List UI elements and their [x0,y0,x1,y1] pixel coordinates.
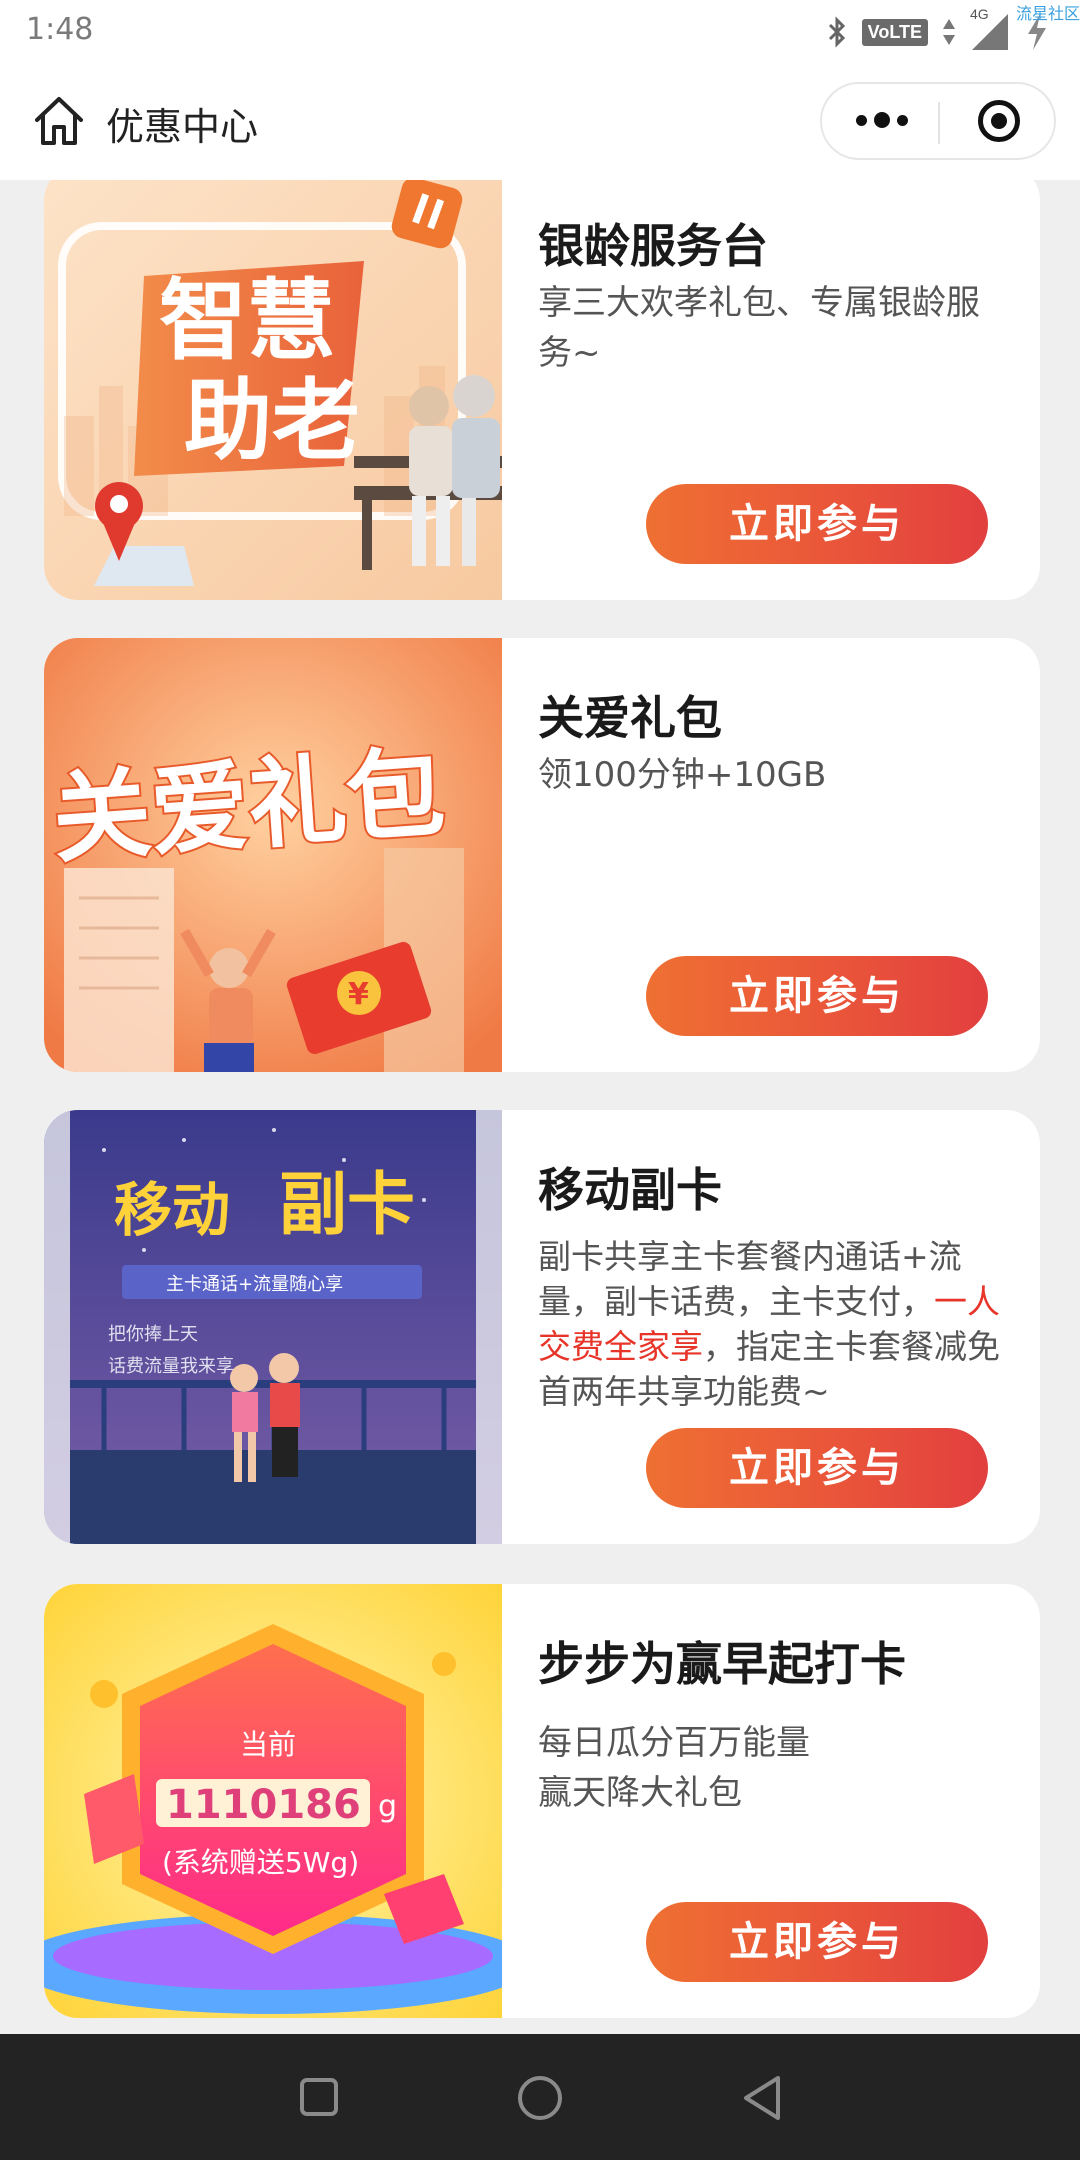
system-nav-bar [0,2034,1080,2160]
promo-card-care-package[interactable]: 关爱礼包 ¥ 关爱礼包 领100分钟+10GB 立即参与 [44,638,1040,1072]
recents-button[interactable] [300,2078,338,2116]
more-dot [874,112,890,128]
home-nav-button[interactable] [518,2076,562,2120]
promo-image-text: 话费流量我来享 [108,1356,234,1377]
close-button[interactable] [940,84,1054,158]
more-dot [897,115,908,126]
data-arrows-icon [943,19,955,45]
promo-image-text: (系统赠送5Wg) [162,1846,359,1879]
promo-image-text: 智慧 [159,269,335,372]
join-button[interactable]: 立即参与 [646,484,988,564]
promo-description-line: 每日瓜分百万能量 [538,1723,810,1763]
more-dot [856,115,867,126]
promo-description: 副卡共享主卡套餐内通话+流量，副卡话费，主卡支付，一人交费全家享，指定主卡套餐减… [538,1234,1008,1414]
target-close-dot [991,113,1007,129]
promo-description: 享三大欢孝礼包、专属银龄服务~ [538,283,980,373]
page-title: 优惠中心 [106,105,259,149]
promo-image-text: 主卡通话+流量随心享 [166,1274,343,1295]
promo-image-text: 助老 [184,369,360,472]
promo-image-text: g [378,1789,397,1824]
more-button[interactable] [822,84,938,158]
promo-description-line: 赢天降大礼包 [538,1773,742,1813]
promo-image-text: 把你捧上天 [108,1324,198,1345]
join-button[interactable]: 立即参与 [646,956,988,1036]
promo-title: 关爱礼包 [538,691,722,745]
home-icon[interactable] [32,94,86,148]
promo-image-text: 移动 [114,1176,230,1244]
promo-title: 移动副卡 [538,1163,722,1217]
join-button[interactable]: 立即参与 [646,1902,988,1982]
signal-icon: 4G [970,6,1010,52]
volte-icon: VoLTE [861,18,928,46]
promo-image-smart-elderly: 智慧 助老 [44,180,502,600]
promo-title: 银龄服务台 [538,219,768,273]
promo-description: 每日瓜分百万能量 赢天降大礼包 [538,1718,1008,1818]
network-type: 4G [970,6,989,22]
title-bar: 优惠中心 [0,62,1080,180]
promo-card-mobile-sub-card[interactable]: 移动 副卡 主卡通话+流量随心享 把你捧上天 话费流量我来享 移动副卡 副卡共享… [44,1110,1040,1544]
promo-image-text: 当前 [240,1728,296,1761]
promo-image-energy: 当前 1110186 g (系统赠送5Wg) [44,1584,502,2018]
promo-description: 领100分钟+10GB [538,755,827,795]
status-time: 1:48 [26,12,94,47]
promo-description-text: 副卡共享主卡套餐内通话+流量，副卡话费，主卡支付， [538,1237,962,1321]
bluetooth-icon [828,16,845,48]
watermark-text: 流星社区 [1015,4,1080,23]
join-button[interactable]: 立即参与 [646,1428,988,1508]
promo-image-text: 1110186 [166,1782,361,1828]
promo-image-text: ¥ [348,977,369,1012]
status-bar: 1:48 VoLTE 4G 流星社区 [0,0,1080,62]
promo-list[interactable]: 智慧 助老 银龄服务台 享三大欢孝礼包、专属银龄服务~ 立即参与 关爱礼包 ¥ … [0,180,1080,2034]
promo-image-sub-card: 移动 副卡 主卡通话+流量随心享 把你捧上天 话费流量我来享 [44,1110,502,1544]
promo-card-early-checkin[interactable]: 当前 1110186 g (系统赠送5Wg) 步步为赢早起打卡 每日瓜分百万能量… [44,1584,1040,2018]
back-button[interactable] [740,2074,784,2122]
promo-card-silver-age[interactable]: 智慧 助老 银龄服务台 享三大欢孝礼包、专属银龄服务~ 立即参与 [44,180,1040,600]
promo-title: 步步为赢早起打卡 [538,1637,906,1691]
promo-image-care-package: 关爱礼包 ¥ [44,638,502,1072]
mini-program-capsule [820,82,1056,160]
promo-image-text: 副卡 [279,1166,415,1245]
